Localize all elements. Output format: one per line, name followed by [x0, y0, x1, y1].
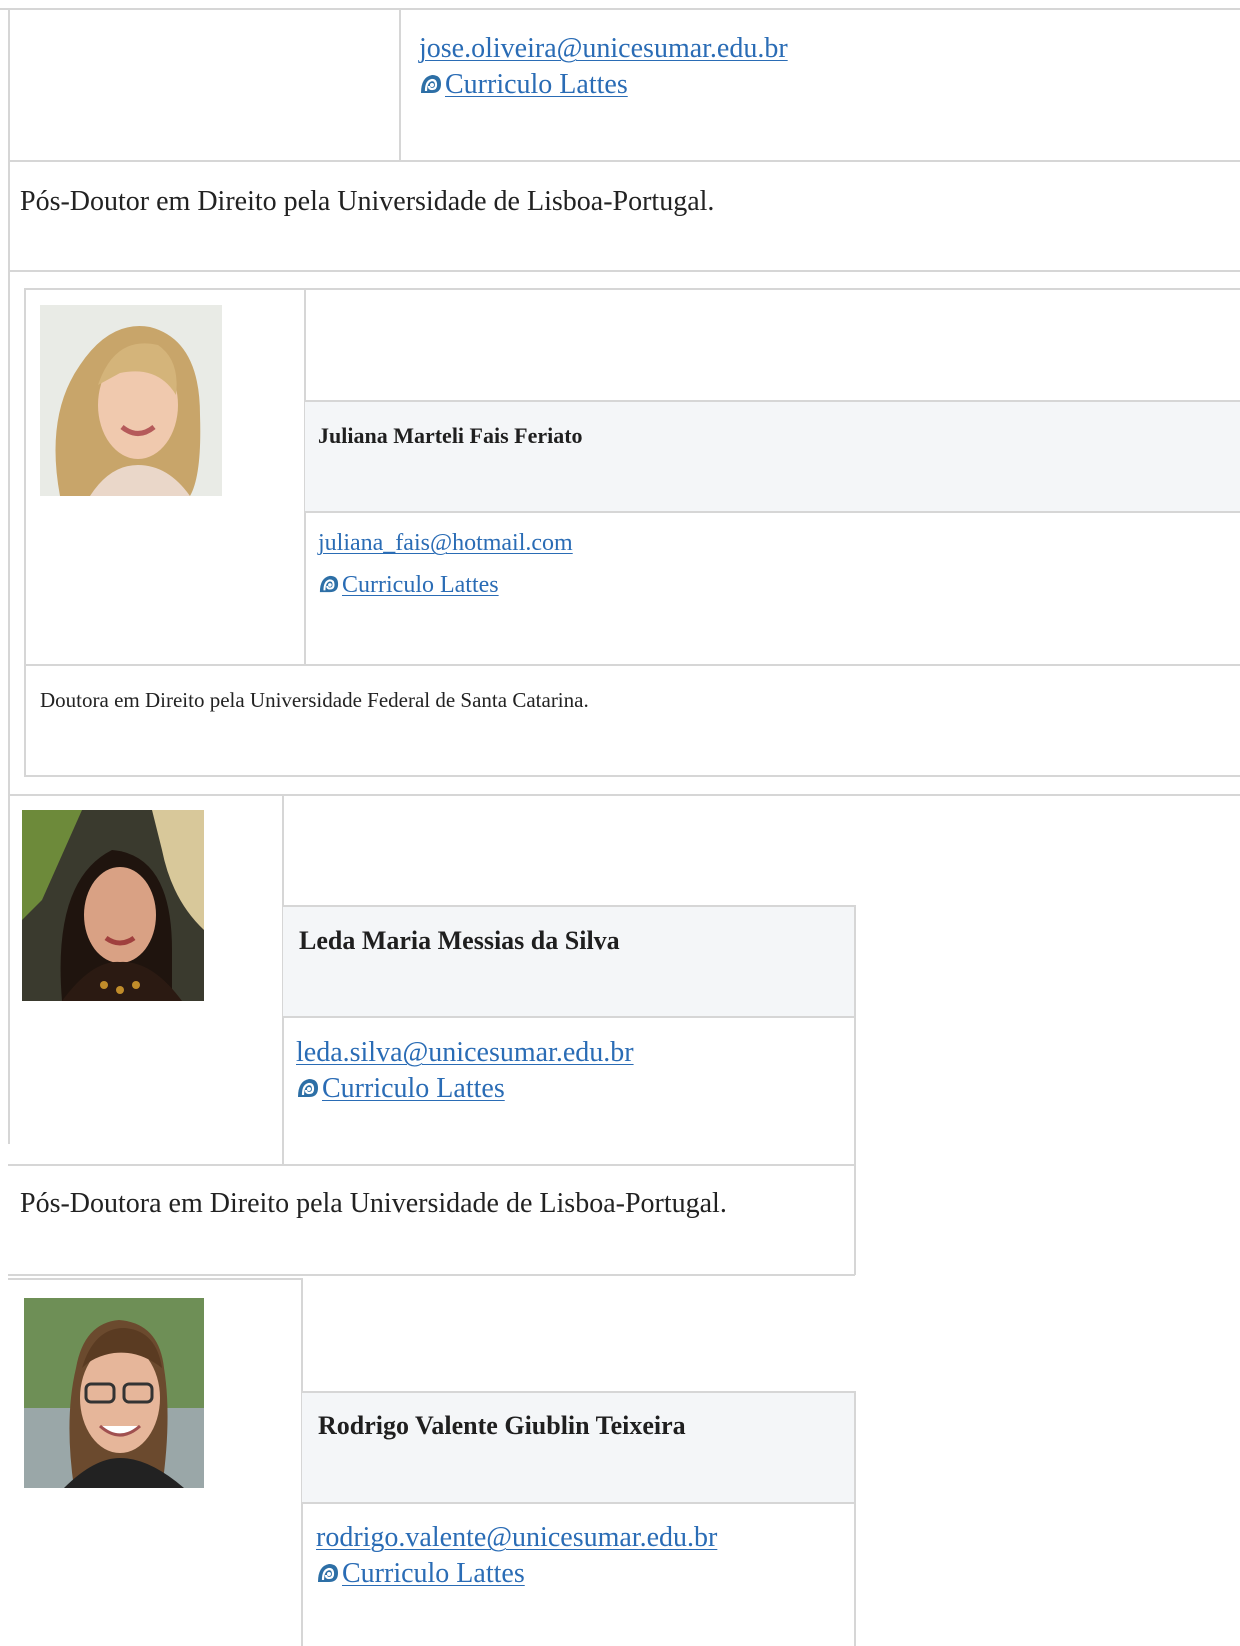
- lattes-label: Curriculo Lattes: [342, 1558, 525, 1589]
- lattes-logo-icon: [296, 1075, 320, 1107]
- degree-text-juliana: Doutora em Direito pela Universidade Fed…: [40, 688, 589, 712]
- profile-photo-leda: [22, 810, 204, 1001]
- lattes-logo-icon: [419, 71, 443, 103]
- email-link-juliana[interactable]: juliana_fais@hotmail.com: [318, 530, 573, 557]
- email-link-rodrigo[interactable]: rodrigo.valente@unicesumar.edu.br: [316, 1522, 717, 1554]
- member-name-rodrigo: Rodrigo Valente Giublin Teixeira: [318, 1411, 686, 1440]
- lattes-link-rodrigo[interactable]: Curriculo Lattes: [316, 1558, 525, 1592]
- lattes-label: Curriculo Lattes: [322, 1073, 505, 1104]
- lattes-link-jose[interactable]: Curriculo Lattes: [419, 69, 628, 103]
- lattes-link-leda[interactable]: Curriculo Lattes: [296, 1073, 505, 1107]
- email-link-jose[interactable]: jose.oliveira@unicesumar.edu.br: [419, 33, 788, 65]
- degree-text-leda: Pós-Doutora em Direito pela Universidade…: [20, 1188, 727, 1219]
- degree-text-jose: Pós-Doutor em Direito pela Universidade …: [20, 186, 715, 217]
- email-link-leda[interactable]: leda.silva@unicesumar.edu.br: [296, 1037, 634, 1069]
- member-name-leda: Leda Maria Messias da Silva: [299, 926, 620, 955]
- lattes-label: Curriculo Lattes: [342, 572, 499, 598]
- member-name-juliana: Juliana Marteli Fais Feriato: [318, 423, 583, 448]
- lattes-link-juliana[interactable]: Curriculo Lattes: [318, 572, 499, 601]
- lattes-logo-icon: [318, 574, 340, 601]
- profile-photo-juliana: [40, 305, 222, 496]
- lattes-label: Curriculo Lattes: [445, 69, 628, 100]
- profile-photo-rodrigo: [24, 1298, 204, 1488]
- lattes-logo-icon: [316, 1560, 340, 1592]
